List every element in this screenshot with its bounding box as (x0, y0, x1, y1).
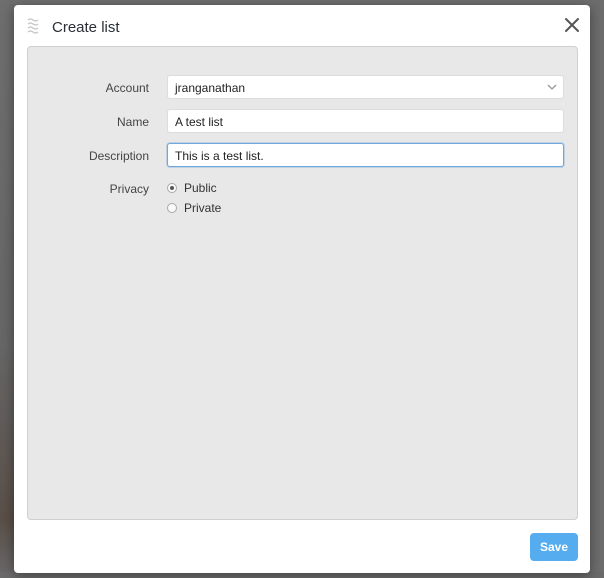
chevron-down-icon (547, 84, 557, 90)
description-value: This is a test list. (175, 149, 264, 163)
name-input[interactable]: A test list (167, 109, 564, 133)
account-value: jranganathan (175, 81, 246, 95)
close-icon[interactable] (562, 15, 582, 35)
form-panel: Account jranganathan Name A test list De… (27, 46, 578, 520)
background-right-edge (590, 0, 604, 578)
description-input[interactable]: This is a test list. (167, 143, 564, 167)
account-label: Account (105, 81, 149, 95)
background-left-edge (0, 0, 14, 578)
name-value: A test list (175, 115, 224, 129)
private-radio[interactable] (167, 203, 177, 213)
privacy-option-private[interactable]: Private (167, 200, 221, 216)
dialog-header: Create list (14, 5, 590, 47)
drag-handle-icon[interactable] (27, 18, 39, 36)
privacy-label: Privacy (109, 182, 149, 196)
public-radio[interactable] (167, 183, 177, 193)
create-list-dialog: Create list Account jranganathan Name A … (14, 5, 590, 573)
public-radio-label: Public (184, 181, 217, 195)
privacy-option-public[interactable]: Public (167, 180, 217, 196)
private-radio-label: Private (184, 201, 222, 215)
description-label: Description (88, 149, 149, 163)
name-label: Name (116, 115, 149, 129)
save-button[interactable]: Save (530, 533, 578, 561)
dialog-title: Create list (52, 19, 120, 36)
account-select[interactable]: jranganathan (167, 75, 564, 99)
